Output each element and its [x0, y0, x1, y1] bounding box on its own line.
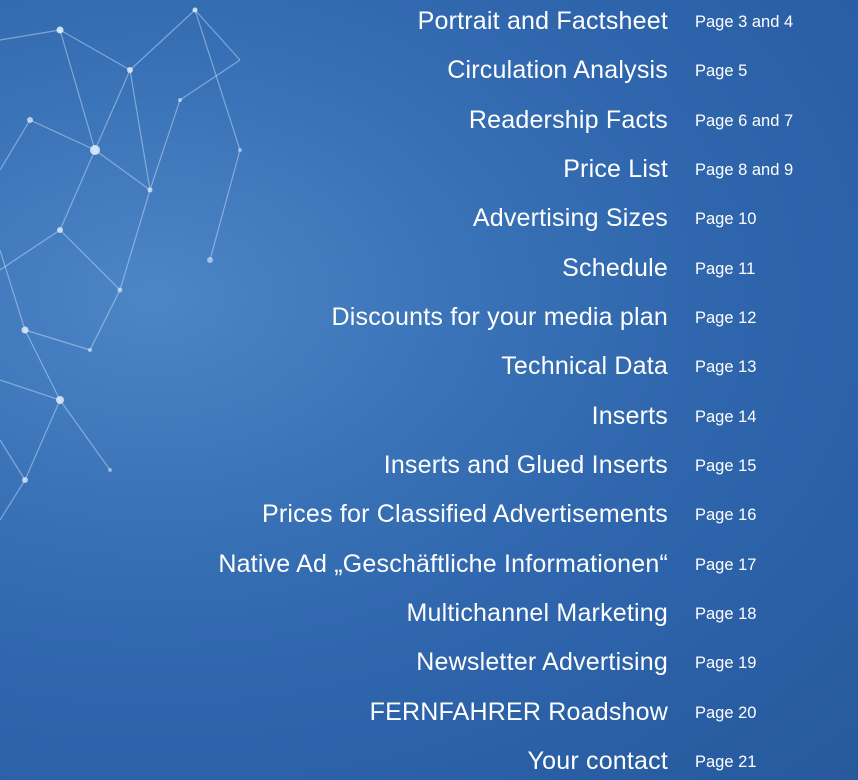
toc-item-schedule[interactable]: Schedule Page 11	[0, 249, 858, 283]
toc-item-title: Advertising Sizes	[472, 204, 668, 233]
toc-item-title: Price List	[563, 155, 668, 183]
toc-item-inserts-glued-inserts[interactable]: Inserts and Glued Inserts Page 15	[0, 446, 858, 480]
toc-item-title: Circulation Analysis	[447, 56, 668, 85]
toc-item-page: Page 11	[695, 259, 756, 278]
toc-item-price-list[interactable]: Price List Page 8 and 9	[0, 150, 858, 184]
toc-item-page: Page 12	[695, 309, 757, 327]
toc-item-title: Portrait and Factsheet	[417, 7, 668, 35]
toc-item-title: Multichannel Marketing	[406, 599, 668, 627]
toc-item-page: Page 8 and 9	[695, 161, 794, 179]
toc-item-page: Page 21	[695, 753, 757, 771]
toc-item-title: Newsletter Advertising	[416, 648, 668, 677]
toc-item-your-contact[interactable]: Your contact Page 21	[0, 742, 858, 776]
toc-item-title: Inserts	[591, 401, 668, 430]
toc-item-title: Native Ad „Geschäftliche Informationen“	[218, 549, 668, 578]
toc-item-page: Page 16	[695, 506, 757, 525]
toc-item-fernfahrer-roadshow[interactable]: FERNFAHRER Roadshow Page 20	[0, 693, 858, 727]
toc-item-discounts[interactable]: Discounts for your media plan Page 12	[0, 298, 858, 332]
toc-item-circulation-analysis[interactable]: Circulation Analysis Page 5	[0, 51, 858, 85]
toc-item-page: Page 18	[695, 605, 757, 623]
toc-item-page: Page 15	[695, 457, 757, 475]
toc-item-page: Page 14	[695, 407, 757, 426]
toc-item-title: Schedule	[562, 253, 668, 282]
toc-item-title: Discounts for your media plan	[331, 303, 668, 331]
toc-item-page: Page 20	[695, 703, 757, 722]
toc-item-page: Page 19	[695, 654, 757, 673]
toc-item-page: Page 17	[695, 555, 757, 574]
toc-item-multichannel-marketing[interactable]: Multichannel Marketing Page 18	[0, 594, 858, 628]
toc-item-title: Readership Facts	[468, 105, 668, 134]
toc-item-title: Technical Data	[501, 352, 668, 381]
toc-item-title: Your contact	[527, 747, 668, 775]
toc-item-native-ad[interactable]: Native Ad „Geschäftliche Informationen“ …	[0, 545, 858, 579]
toc-item-inserts[interactable]: Inserts Page 14	[0, 397, 858, 431]
toc-item-title: FERNFAHRER Roadshow	[369, 697, 668, 726]
toc-item-newsletter-advertising[interactable]: Newsletter Advertising Page 19	[0, 643, 858, 677]
toc-item-title: Inserts and Glued Inserts	[383, 451, 668, 479]
toc-item-readership-facts[interactable]: Readership Facts Page 6 and 7	[0, 101, 858, 135]
toc-item-page: Page 3 and 4	[695, 13, 794, 31]
toc-item-page: Page 6 and 7	[695, 111, 794, 130]
toc-item-technical-data[interactable]: Technical Data Page 13	[0, 347, 858, 381]
toc-item-page: Page 13	[695, 358, 757, 377]
toc-item-page: Page 5	[695, 62, 748, 81]
toc-item-title: Prices for Classified Advertisements	[262, 500, 668, 529]
toc-item-classified-prices[interactable]: Prices for Classified Advertisements Pag…	[0, 495, 858, 529]
toc-item-page: Page 10	[695, 210, 757, 229]
toc-item-advertising-sizes[interactable]: Advertising Sizes Page 10	[0, 199, 858, 233]
table-of-contents: Portrait and Factsheet Page 3 and 4 Circ…	[0, 0, 858, 780]
toc-item-portrait-factsheet[interactable]: Portrait and Factsheet Page 3 and 4	[0, 2, 858, 36]
